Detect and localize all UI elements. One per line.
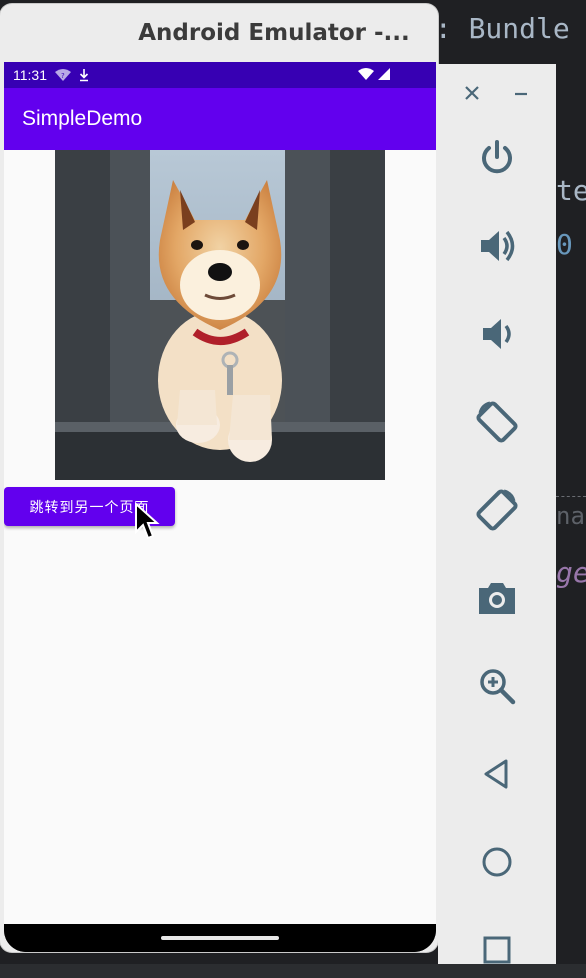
zoom-icon[interactable]	[438, 658, 556, 714]
overview-icon[interactable]	[438, 922, 556, 978]
app-bar: SimpleDemo	[4, 88, 436, 150]
signal-icon	[378, 67, 390, 83]
system-nav-bar	[4, 924, 436, 952]
svg-text:?: ?	[61, 72, 65, 80]
ide-code-fragment: ge	[556, 556, 586, 589]
app-content: 跳转到另一个页面	[4, 150, 436, 924]
close-icon[interactable]	[457, 78, 487, 108]
app-title: SimpleDemo	[22, 107, 143, 130]
back-icon[interactable]	[438, 746, 556, 802]
status-bar: 11:31 ?	[4, 62, 436, 88]
ide-code-fragment: 0	[556, 228, 573, 261]
home-icon[interactable]	[438, 834, 556, 890]
power-icon[interactable]	[438, 130, 556, 186]
ide-code-fragment: na	[556, 502, 585, 530]
emulator-window: Android Emulator -... 11:31 ? SimpleDemo	[0, 4, 438, 952]
device-screen: 11:31 ? SimpleDemo 跳转到另一个页面	[4, 62, 436, 952]
status-time: 11:31	[13, 67, 47, 83]
ide-divider	[556, 496, 586, 497]
volume-up-icon[interactable]	[438, 218, 556, 274]
emulator-title: Android Emulator -...	[138, 20, 410, 46]
home-gesture-handle[interactable]	[161, 936, 279, 940]
volume-down-icon[interactable]	[438, 306, 556, 362]
mouse-cursor-icon	[134, 501, 160, 547]
minimize-icon[interactable]	[506, 78, 536, 108]
download-icon	[79, 68, 89, 82]
dog-image	[55, 150, 385, 480]
rotate-right-icon[interactable]	[438, 482, 556, 538]
ide-code-fragment: te	[556, 174, 586, 207]
wifi-question-icon: ?	[55, 69, 71, 81]
wifi-icon	[358, 67, 374, 83]
ide-code-line: e: Bundle	[418, 12, 570, 45]
emulator-toolbar	[438, 64, 556, 964]
camera-icon[interactable]	[438, 570, 556, 626]
rotate-left-icon[interactable]	[438, 394, 556, 450]
